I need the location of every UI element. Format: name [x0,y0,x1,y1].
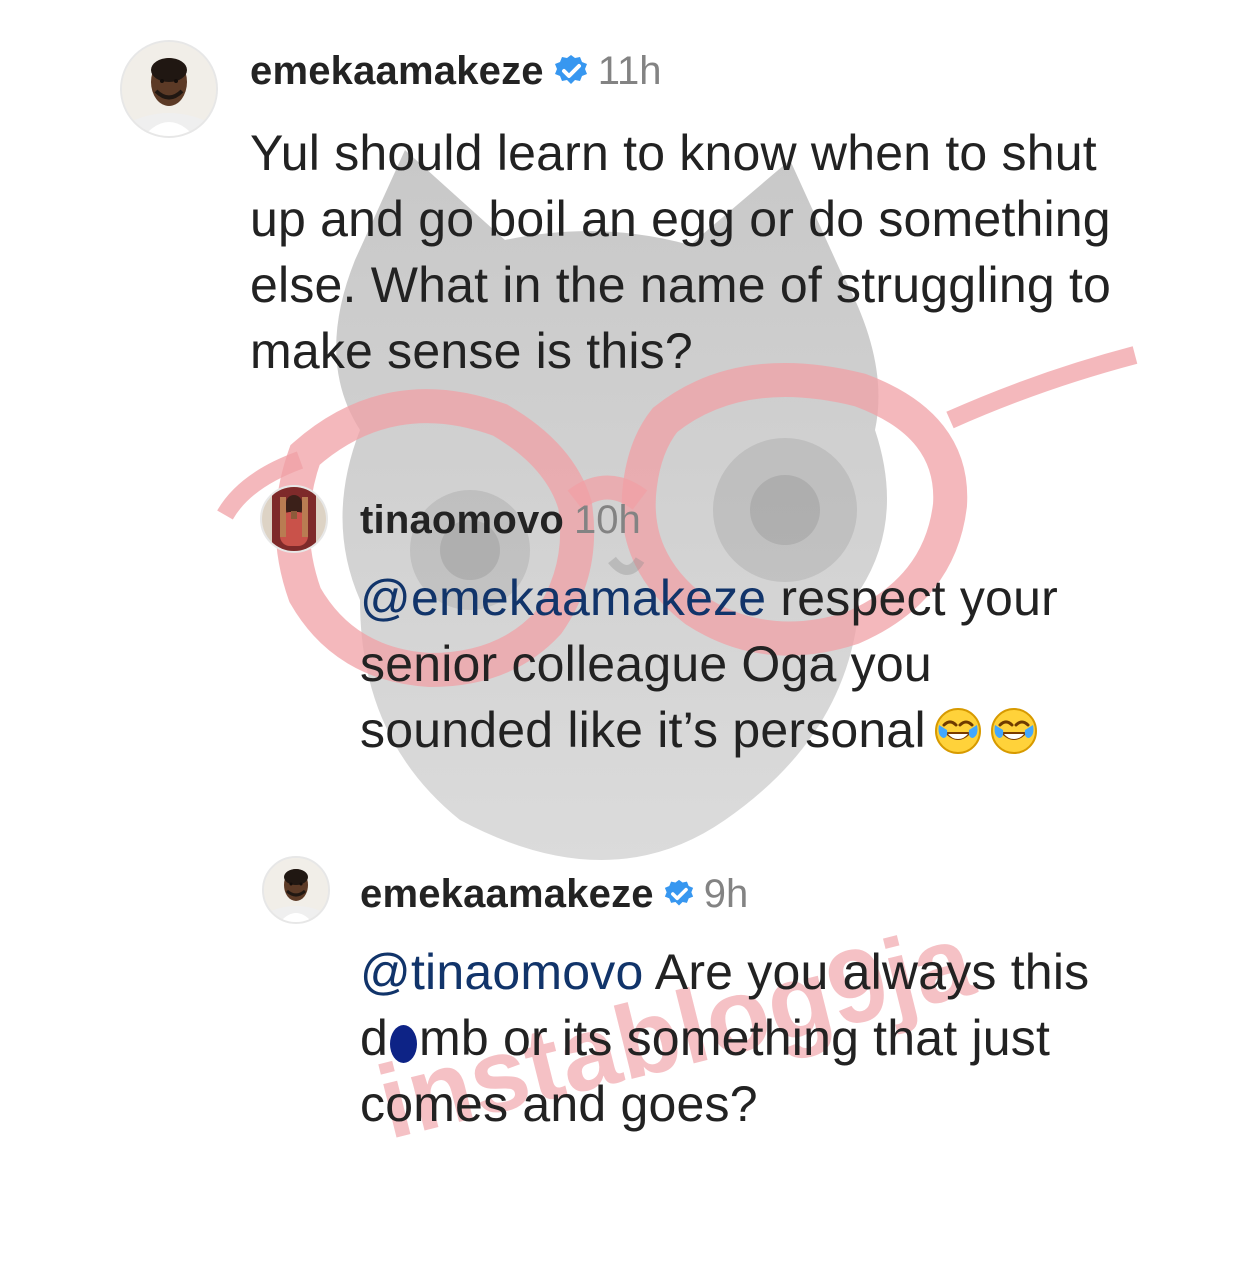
face-with-tears-of-joy-icon [990,707,1038,755]
verified-badge-icon [664,879,694,909]
timestamp: 10h [574,498,641,542]
comment-text: Yul should learn to know when to shut up… [250,125,1112,379]
verified-badge-icon [554,54,588,88]
comment-header: tinaomovo 10h [360,500,641,540]
avatar[interactable] [260,485,328,553]
comment-header: emekaamakeze 11h [250,51,662,91]
timestamp: 11h [597,49,662,93]
avatar[interactable] [120,40,218,138]
censor-dot-icon [390,1025,418,1063]
reply-message-part: mb or its something that just comes and … [360,1010,1051,1132]
username[interactable]: emekaamakeze [250,51,544,91]
username[interactable]: tinaomovo [360,500,564,540]
mention-link[interactable]: @tinaomovo [360,944,643,1000]
comment-text: @emekaamakeze respect your senior collea… [360,565,1120,763]
comment-header: emekaamakeze 9h [360,874,748,914]
username[interactable]: emekaamakeze [360,874,654,914]
face-with-tears-of-joy-icon [934,707,982,755]
comment-text: @tinaomovo Are you always this d mb or it… [360,939,1120,1137]
timestamp: 9h [703,872,749,916]
avatar[interactable] [262,856,330,924]
mention-link[interactable]: @emekaamakeze [360,570,766,626]
